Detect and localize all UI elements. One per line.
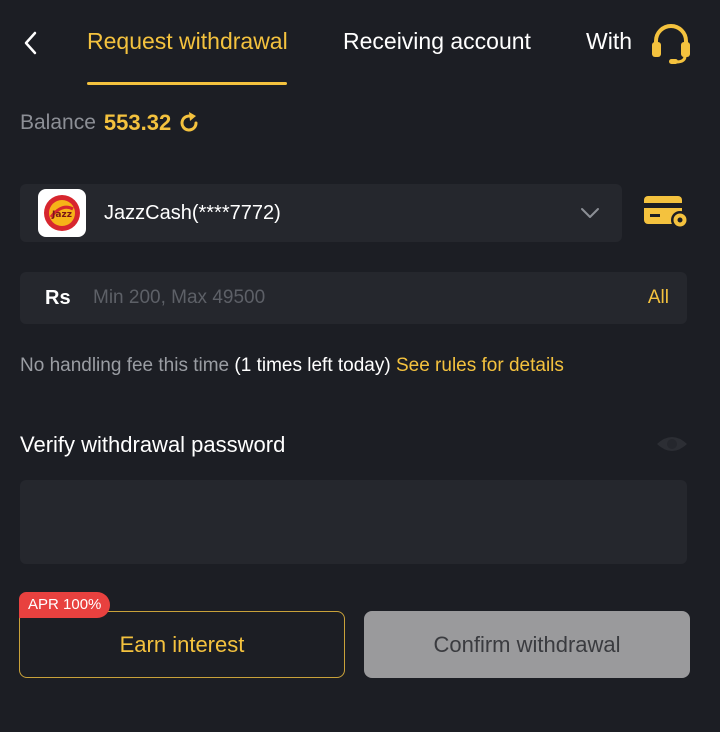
currency-label: Rs: [45, 286, 71, 309]
eye-closed-icon: [657, 437, 687, 451]
manage-accounts-button[interactable]: [642, 192, 692, 232]
tab-withdrawal-record[interactable]: With: [586, 28, 632, 55]
jazzcash-logo-icon: Jazz: [44, 195, 80, 231]
balance-row: Balance 553.32: [20, 108, 201, 138]
balance-label: Balance: [20, 111, 96, 134]
chevron-down-icon: [581, 208, 599, 218]
password-title: Verify withdrawal password: [20, 432, 286, 457]
apr-badge: APR 100%: [19, 592, 111, 618]
back-button[interactable]: [14, 26, 48, 60]
fee-text: No handling fee this time: [20, 355, 230, 376]
earn-interest-button[interactable]: Earn interest: [19, 611, 345, 678]
customer-support-button[interactable]: [648, 20, 694, 66]
jazzcash-logo: Jazz: [38, 189, 86, 237]
tab-receiving-account[interactable]: Receiving account: [343, 28, 531, 55]
refresh-icon[interactable]: [177, 111, 201, 135]
card-settings-icon: [644, 196, 689, 229]
tab-bar: Request withdrawal Receiving account Wit…: [70, 0, 638, 86]
fee-info: No handling fee this time (1 times left …: [20, 355, 564, 377]
svg-text:Jazz: Jazz: [51, 210, 72, 220]
chevron-left-icon: [24, 31, 37, 55]
active-tab-indicator: [87, 82, 287, 85]
headset-icon: [652, 24, 690, 64]
top-bar: Request withdrawal Receiving account Wit…: [0, 0, 720, 86]
account-dropdown[interactable]: Jazz JazzCash(****7772): [20, 184, 622, 242]
confirm-withdrawal-button[interactable]: Confirm withdrawal: [364, 611, 690, 678]
account-name: JazzCash(****7772): [104, 201, 281, 224]
amount-field: Rs All: [20, 272, 687, 324]
balance-value: 553.32: [103, 110, 172, 135]
amount-input[interactable]: [93, 287, 648, 309]
fee-count: (1 times left today): [234, 355, 391, 376]
toggle-password-visibility[interactable]: [654, 430, 690, 458]
see-rules-link[interactable]: See rules for details: [396, 355, 564, 376]
tab-request-withdrawal[interactable]: Request withdrawal: [87, 28, 288, 55]
all-button[interactable]: All: [648, 287, 669, 309]
password-input[interactable]: [20, 480, 687, 564]
